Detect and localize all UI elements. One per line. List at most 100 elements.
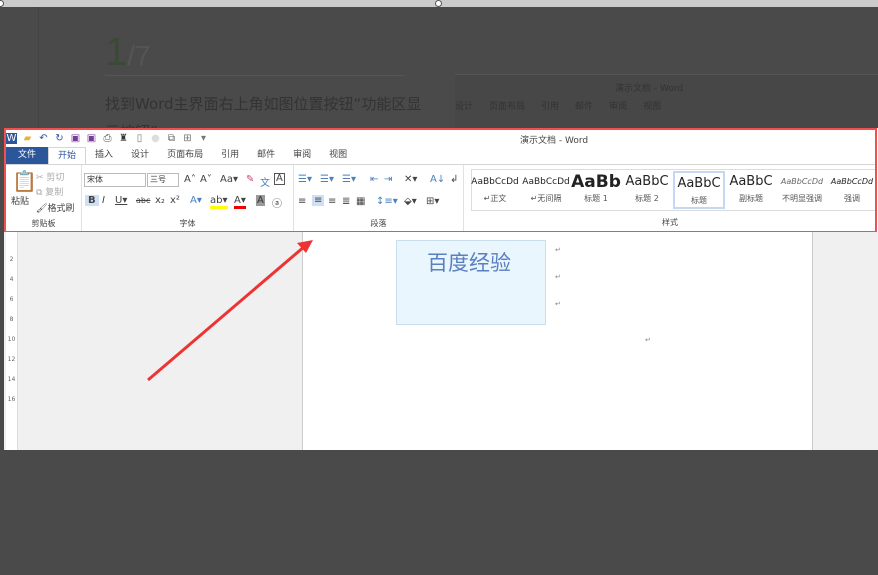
window-title: 演示文档 - Word: [520, 136, 589, 146]
font-color-icon[interactable]: A▾: [234, 195, 246, 209]
underline-icon[interactable]: U▾: [115, 195, 127, 206]
numbering-icon[interactable]: ☰▾: [320, 174, 334, 185]
style-name: 副标题: [739, 194, 763, 203]
tab-layout[interactable]: 页面布局: [158, 147, 212, 164]
undo-icon[interactable]: ↶: [38, 133, 49, 144]
shading-icon[interactable]: ⬙▾: [404, 196, 417, 207]
ruler-tick: 6: [9, 296, 14, 303]
paste-button[interactable]: 粘贴: [11, 194, 29, 207]
style-no-spacing[interactable]: AaBbCcDd ↵无间隔: [520, 171, 572, 209]
copy-label: 复制: [45, 188, 64, 198]
cut-label: 剪切: [46, 173, 65, 183]
tab-insert[interactable]: 插入: [86, 147, 122, 164]
style-emphasis[interactable]: AaBbCcDd 强调: [826, 171, 878, 209]
open-icon[interactable]: ▰: [22, 133, 33, 144]
clear-format-icon[interactable]: ✎: [246, 174, 254, 185]
shrink-font-icon[interactable]: A˅: [200, 174, 212, 185]
phonetic-icon[interactable]: 文: [260, 174, 270, 189]
overlay-bottom: [0, 450, 878, 575]
save-as-icon[interactable]: ▣: [86, 133, 97, 144]
tab-file[interactable]: 文件: [6, 147, 49, 164]
redo-icon[interactable]: ↻: [54, 133, 65, 144]
group-clipboard: 📋 粘贴 ✂ 剪切 ⧉ 复制 🖌格式刷 剪贴板: [6, 165, 82, 231]
italic-icon[interactable]: I: [102, 195, 105, 206]
style-preview: AaBbCcDd: [471, 177, 519, 187]
bg-tab: 页面布局: [489, 102, 526, 112]
word-logo-icon: W: [6, 132, 17, 144]
multilevel-list-icon[interactable]: ☰▾: [342, 174, 356, 185]
tab-view[interactable]: 视图: [320, 147, 356, 164]
style-subtitle[interactable]: AaBbC 副标题: [725, 171, 777, 209]
bg-preview-title: 演示文档 - Word: [615, 84, 684, 94]
document-page[interactable]: ↵ ↵ ↵ ↵: [302, 232, 813, 450]
table-icon[interactable]: ⊞: [182, 133, 193, 144]
decrease-indent-icon[interactable]: ⇤: [370, 174, 378, 185]
show-marks-icon[interactable]: ↲: [450, 174, 458, 185]
style-heading-2[interactable]: AaBbC 标题 2: [621, 171, 673, 209]
paste-icon[interactable]: 📋: [12, 169, 37, 193]
line-spacing-icon[interactable]: ↕≡▾: [376, 196, 398, 207]
grow-font-icon[interactable]: A˄: [184, 174, 196, 185]
align-right-icon[interactable]: ≡: [328, 196, 336, 207]
bold-icon[interactable]: B: [85, 195, 99, 206]
tab-design[interactable]: 设计: [122, 147, 158, 164]
document-background: [813, 232, 878, 450]
style-preview: AaBbCcDd: [830, 177, 874, 186]
highlight-icon[interactable]: ab▾: [210, 195, 228, 209]
enclose-char-icon[interactable]: ⓐ: [272, 195, 282, 210]
style-title[interactable]: AaBbC 标题: [673, 171, 725, 209]
resize-handle[interactable]: [435, 0, 442, 7]
background-preview: 演示文档 - Word 设计 页面布局 引用 邮件 审阅 视图: [455, 74, 878, 128]
chinese-layout-icon[interactable]: ✕▾: [404, 174, 417, 185]
align-center-icon[interactable]: ≡: [312, 195, 325, 206]
quick-access-toolbar: W ▰ ↶ ↻ ▣ ▣ ⎙ ♜ ▯ ● ⧉ ⊞ ▾: [6, 130, 209, 146]
increase-indent-icon[interactable]: ⇥: [384, 174, 392, 185]
bullets-icon[interactable]: ☰▾: [298, 174, 312, 185]
font-label: 字体: [179, 219, 196, 228]
paragraph-mark: ↵: [555, 273, 561, 281]
borders-icon[interactable]: ⊞▾: [426, 196, 439, 207]
font-size-select[interactable]: 三号: [147, 173, 179, 187]
styles-label: 样式: [662, 218, 678, 227]
style-normal[interactable]: AaBbCcDd ↵正文: [469, 171, 521, 209]
save-icon[interactable]: ▣: [70, 133, 81, 144]
char-shading-icon[interactable]: A: [256, 195, 265, 206]
tab-home[interactable]: 开始: [48, 147, 87, 164]
new-doc-icon[interactable]: ▯: [134, 133, 145, 144]
change-case-icon[interactable]: Aa▾: [220, 174, 238, 185]
style-preview: AaBbCcDd: [522, 177, 570, 187]
justify-icon[interactable]: ≣: [342, 196, 350, 207]
style-name: 强调: [844, 194, 860, 203]
print-preview-icon[interactable]: ⎙: [102, 133, 113, 144]
distribute-icon[interactable]: ▦: [356, 196, 365, 207]
subscript-icon[interactable]: x₂: [155, 195, 165, 206]
char-border-icon[interactable]: A: [274, 173, 285, 185]
format-painter-button[interactable]: 🖌格式刷: [36, 201, 74, 214]
window-icon[interactable]: ⧉: [166, 133, 177, 144]
text-effects-icon[interactable]: A▾: [190, 195, 202, 206]
cut-button[interactable]: ✂ 剪切: [36, 170, 64, 183]
paragraph-label: 段落: [370, 219, 387, 228]
strikethrough-icon[interactable]: abc: [136, 196, 150, 205]
copy-button[interactable]: ⧉ 复制: [36, 185, 63, 198]
tab-mailings[interactable]: 邮件: [248, 147, 284, 164]
tab-references[interactable]: 引用: [212, 147, 248, 164]
style-subtle-emphasis[interactable]: AaBbCcDd 不明显强调: [776, 171, 828, 209]
bg-tab: 引用: [541, 102, 560, 112]
style-preview: AaBbC: [625, 174, 669, 189]
group-paragraph: ☰▾ ☰▾ ☰▾ ⇤ ⇥ ✕▾ A↓ ↲ ≡ ≡ ≡ ≣ ▦ ↕≡▾ ⬙▾ ⊞▾…: [294, 165, 464, 231]
sort-icon[interactable]: A↓: [430, 174, 445, 185]
style-heading-1[interactable]: AaBb 标题 1: [570, 171, 622, 209]
font-name-select[interactable]: 宋体: [84, 173, 146, 187]
align-left-icon[interactable]: ≡: [298, 196, 306, 207]
tab-review[interactable]: 审阅: [284, 147, 320, 164]
style-preview: AaBb: [571, 172, 621, 192]
customize-toolbar-icon[interactable]: ▾: [198, 133, 209, 144]
superscript-icon[interactable]: x²: [170, 195, 180, 206]
wordart-textbox[interactable]: 百度经验: [396, 240, 546, 325]
step-current: 1: [105, 30, 128, 74]
find-icon[interactable]: ♜: [118, 133, 129, 144]
style-preview: AaBbC: [677, 176, 721, 191]
circle-icon[interactable]: ●: [150, 133, 161, 144]
bg-tab: 审阅: [609, 102, 628, 112]
